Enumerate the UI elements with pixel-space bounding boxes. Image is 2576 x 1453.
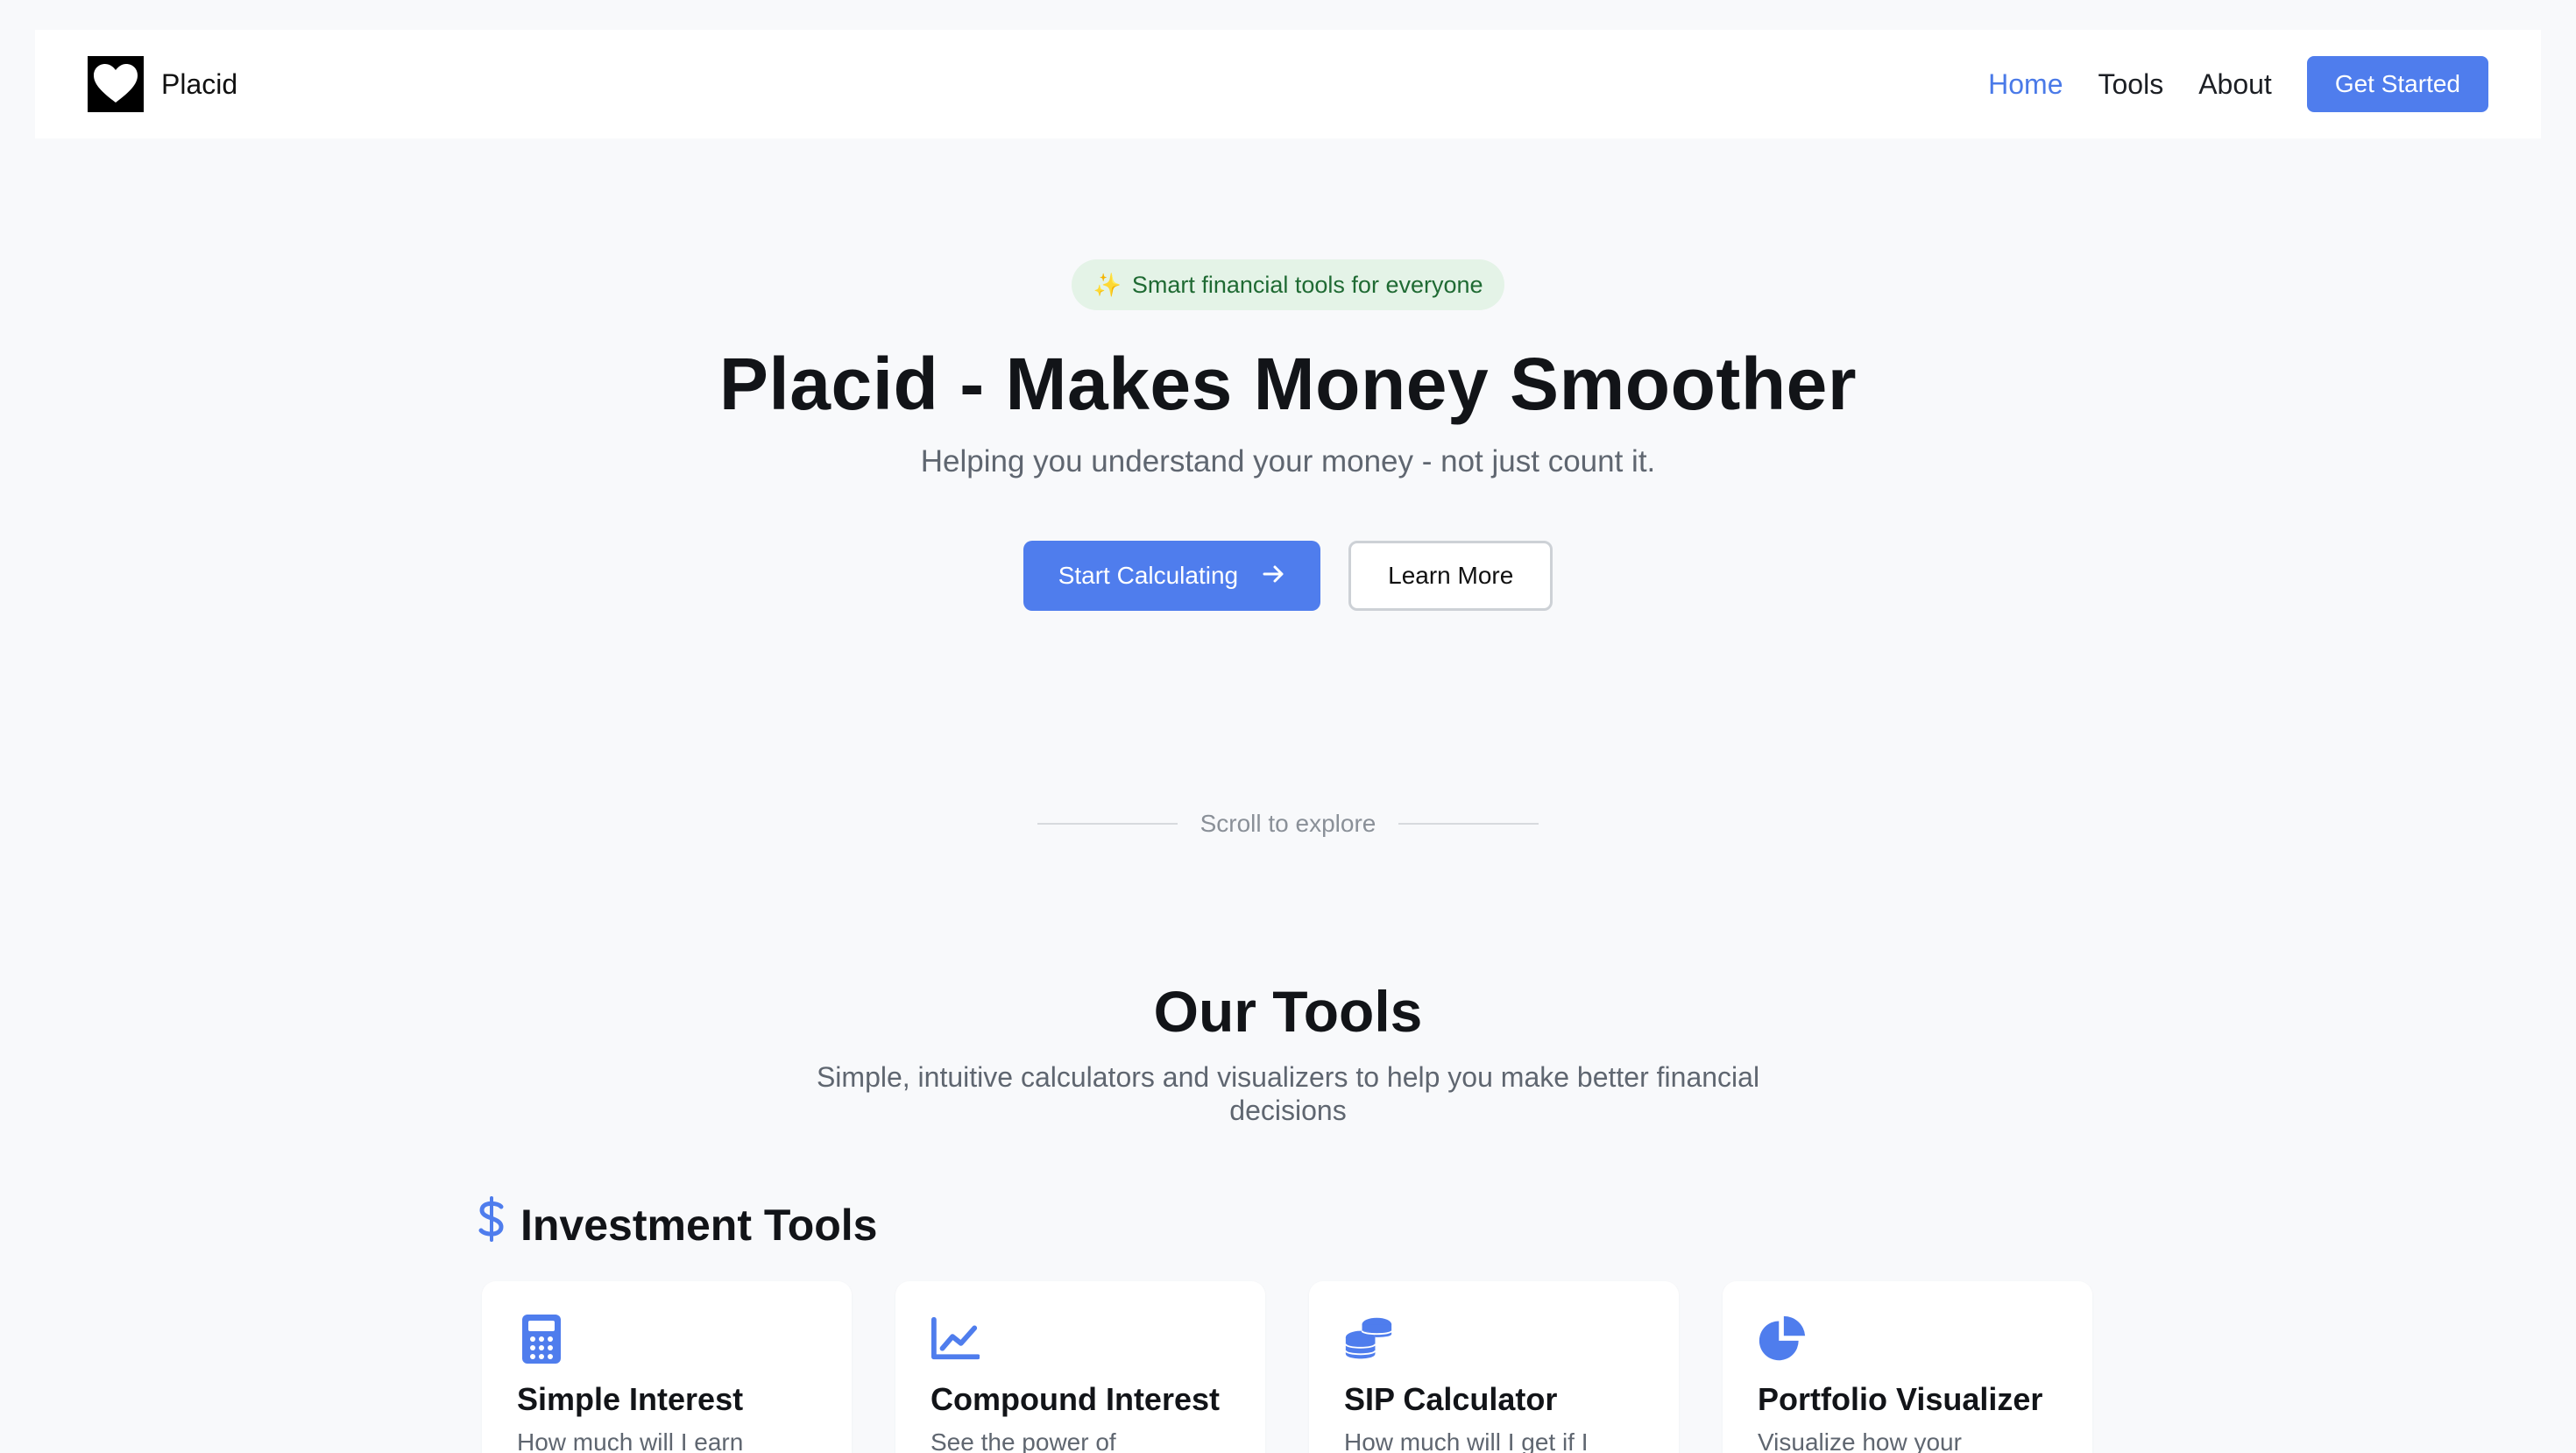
- coins-icon: [1344, 1315, 1393, 1364]
- scroll-hint: Scroll to explore: [0, 810, 2576, 838]
- tools-title: Our Tools: [1153, 979, 1423, 1044]
- category-heading: Investment Tools: [478, 1195, 877, 1254]
- nav-link-home[interactable]: Home: [1988, 68, 2063, 101]
- hero-subtitle: Helping you understand your money - not …: [920, 444, 1656, 478]
- calculator-icon: [517, 1315, 566, 1364]
- hero-title: Placid - Makes Money Smoother: [718, 343, 1858, 425]
- category-title: Investment Tools: [520, 1200, 878, 1250]
- tool-card-portfolio-visualizer[interactable]: Portfolio Visualizer Visualize how your: [1723, 1281, 2092, 1453]
- card-title: Compound Interest: [931, 1381, 1220, 1417]
- chart-line-icon: [931, 1315, 980, 1364]
- card-title: Portfolio Visualizer: [1758, 1381, 2043, 1417]
- hero-buttons: Start Calculating Learn More: [0, 541, 2576, 611]
- start-calculating-button[interactable]: Start Calculating: [1023, 541, 1321, 611]
- tool-card-simple-interest[interactable]: Simple Interest How much will I earn: [482, 1281, 852, 1453]
- brand[interactable]: Placid: [88, 56, 237, 112]
- heart-logo-icon: [88, 56, 144, 112]
- get-started-button[interactable]: Get Started: [2306, 56, 2488, 112]
- tools-header: Our Tools Simple, intuitive calculators …: [0, 978, 2576, 1127]
- navbar: Placid Home Tools About Get Started: [35, 30, 2541, 138]
- dollar-icon: [478, 1195, 505, 1254]
- card-title: SIP Calculator: [1344, 1381, 1558, 1417]
- divider-line-left: [1037, 823, 1178, 825]
- hero: ✨ Smart financial tools for everyone Pla…: [0, 259, 2576, 611]
- tools-subtitle: Simple, intuitive calculators and visual…: [816, 1061, 1760, 1126]
- tool-cards: Simple Interest How much will I earn Com…: [482, 1281, 2092, 1453]
- hero-badge: ✨ Smart financial tools for everyone: [1072, 259, 1504, 310]
- nav-link-tools[interactable]: Tools: [2098, 68, 2163, 101]
- card-description: How much will I get if I: [1344, 1428, 1589, 1453]
- divider-line-right: [1398, 823, 1539, 825]
- tool-card-sip-calculator[interactable]: SIP Calculator How much will I get if I: [1309, 1281, 1679, 1453]
- page: Placid Home Tools About Get Started ✨ Sm…: [0, 0, 2576, 1453]
- arrow-right-icon: [1263, 562, 1285, 590]
- hero-badge-text: Smart financial tools for everyone: [1131, 271, 1483, 298]
- nav-links: Home Tools About Get Started: [1953, 56, 2488, 112]
- card-description: How much will I earn: [517, 1428, 744, 1453]
- nav-link-about[interactable]: About: [2198, 68, 2272, 101]
- learn-more-button[interactable]: Learn More: [1348, 541, 1553, 611]
- start-calculating-label: Start Calculating: [1058, 562, 1239, 589]
- sparkle-icon: ✨: [1093, 271, 1122, 298]
- card-title: Simple Interest: [517, 1381, 744, 1417]
- card-description: Visualize how your: [1758, 1428, 1962, 1453]
- pie-chart-icon: [1758, 1315, 1807, 1364]
- card-description: See the power of: [931, 1428, 1116, 1453]
- brand-name: Placid: [161, 67, 238, 100]
- scroll-hint-text: Scroll to explore: [1200, 810, 1376, 837]
- tool-card-compound-interest[interactable]: Compound Interest See the power of: [895, 1281, 1265, 1453]
